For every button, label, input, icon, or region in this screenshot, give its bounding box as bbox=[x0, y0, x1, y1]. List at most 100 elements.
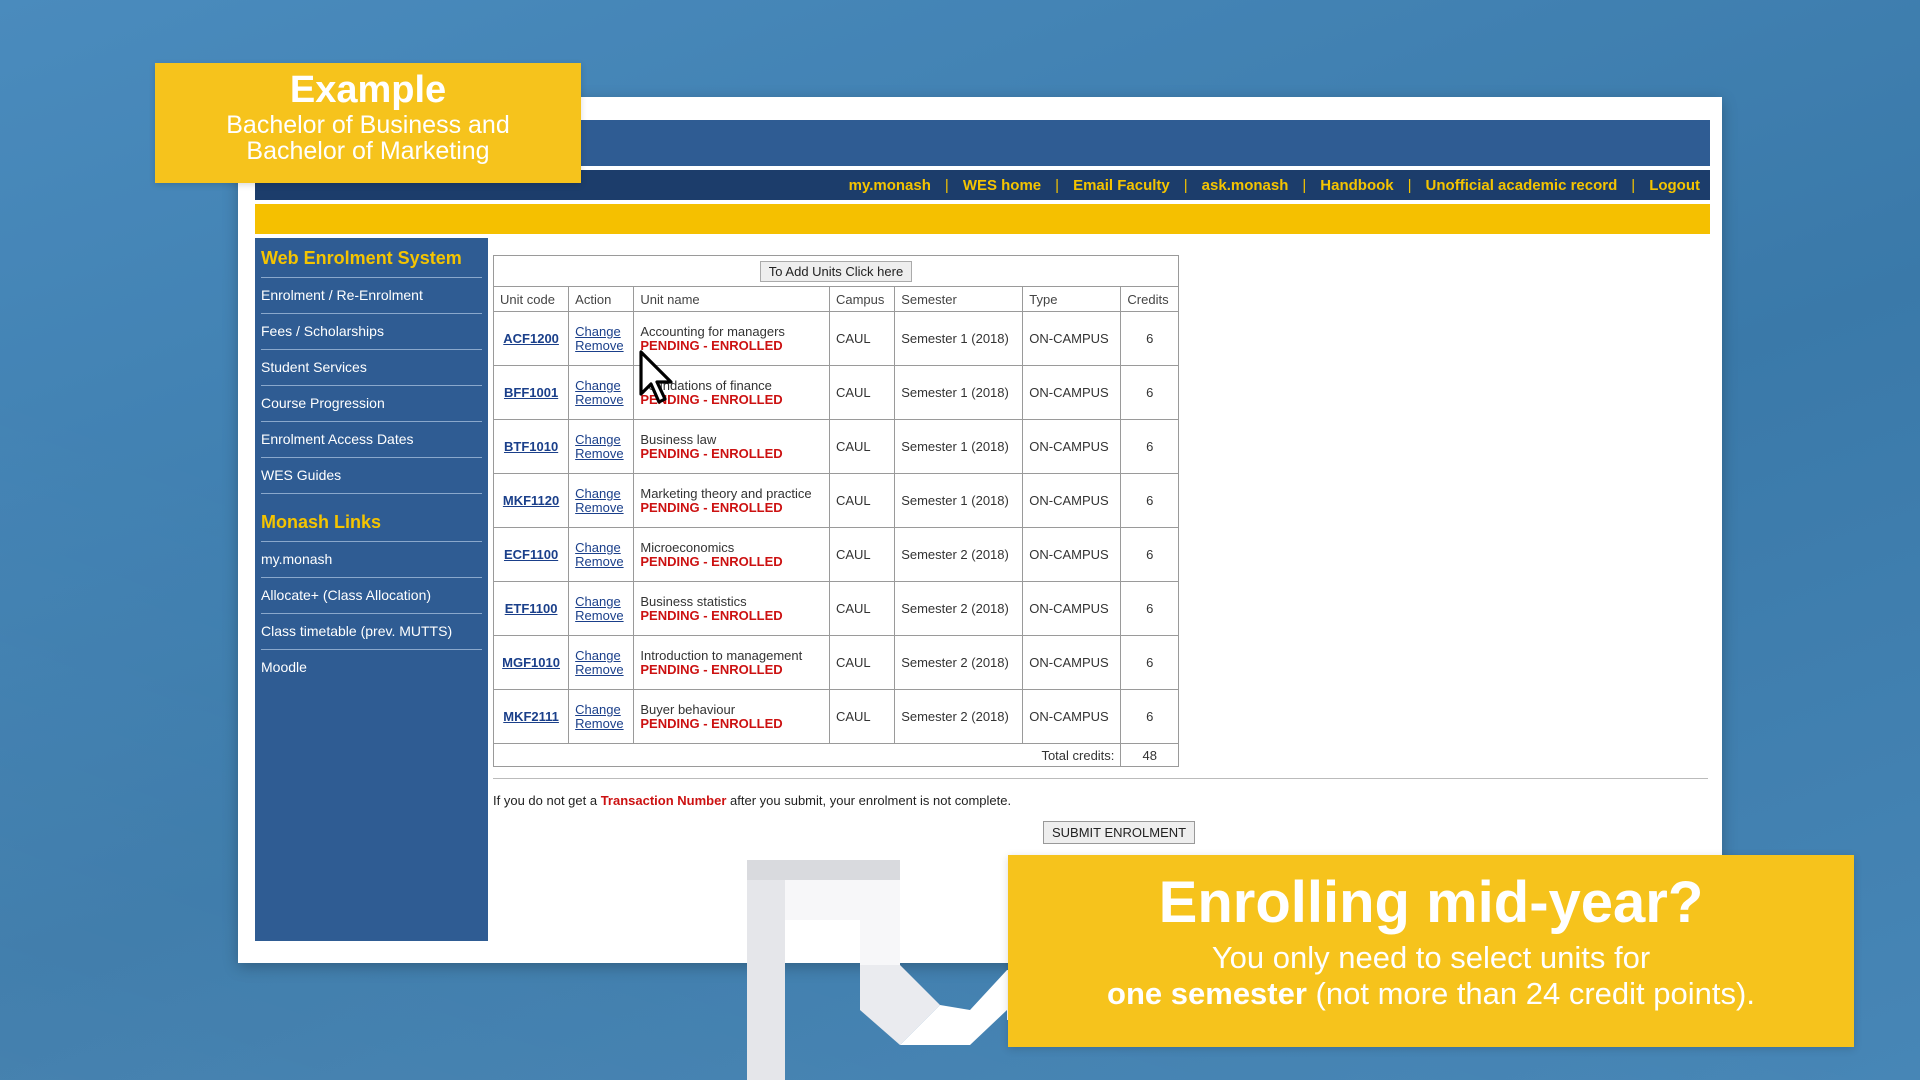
remove-link[interactable]: Remove bbox=[575, 500, 627, 515]
add-units-button[interactable]: To Add Units Click here bbox=[759, 260, 913, 282]
table-row: BTF1010 Change Remove Business law PENDING -… bbox=[492, 419, 1179, 474]
unit-semester: Semester 1 (2018) bbox=[894, 365, 1024, 420]
unit-code-link[interactable]: ECF1100 bbox=[500, 547, 562, 562]
table-row: ACF1200 Change Remove Accounting for manage… bbox=[492, 311, 1179, 366]
unit-name: Introduction to management bbox=[640, 647, 803, 663]
unit-semester: Semester 2 (2018) bbox=[894, 635, 1024, 690]
midyear-line-1: You only need to select units for bbox=[1211, 940, 1651, 975]
example-line-1: Bachelor of Business and bbox=[226, 111, 510, 139]
remove-link[interactable]: Remove bbox=[575, 392, 627, 407]
sidebar-item-enrolment-access-dates[interactable]: Enrolment Access Dates bbox=[261, 422, 482, 458]
unit-code-link[interactable]: BTF1010 bbox=[500, 439, 562, 454]
column-header-unit-code: Unit code bbox=[492, 286, 570, 312]
remove-link[interactable]: Remove bbox=[575, 338, 627, 353]
change-link[interactable]: Change bbox=[575, 702, 627, 717]
nav-link-wes-home[interactable]: WES home bbox=[963, 177, 1041, 194]
unit-name: Accounting for managers bbox=[640, 323, 785, 339]
change-link[interactable]: Change bbox=[575, 486, 627, 501]
unit-status: PENDING - ENROLLED bbox=[640, 499, 783, 515]
unit-credits: 6 bbox=[1120, 527, 1179, 582]
notice-text-end: after you submit, your enrolment is not … bbox=[726, 793, 1012, 808]
unit-code-link[interactable]: ACF1200 bbox=[500, 331, 562, 346]
nav-separator: | bbox=[1407, 176, 1412, 194]
unit-type: ON-CAMPUS bbox=[1022, 689, 1122, 744]
unit-credits: 6 bbox=[1120, 689, 1179, 744]
unit-code-link[interactable]: ETF1100 bbox=[500, 601, 562, 616]
nav-link-ask-monash[interactable]: ask.monash bbox=[1202, 177, 1289, 194]
sidebar-item-my-monash[interactable]: my.monash bbox=[261, 542, 482, 578]
table-header-row: Unit code Action Unit name Campus Semester Ty… bbox=[492, 286, 1179, 312]
change-link[interactable]: Change bbox=[575, 648, 627, 663]
sidebar-item-enrolment-re-enrolment[interactable]: Enrolment / Re-Enrolment bbox=[261, 278, 482, 314]
unit-name: Business law bbox=[640, 431, 717, 447]
remove-link[interactable]: Remove bbox=[575, 446, 627, 461]
remove-link[interactable]: Remove bbox=[575, 554, 627, 569]
column-header-semester: Semester bbox=[894, 286, 1024, 312]
transaction-notice: If you do not get a Transaction Number a… bbox=[493, 793, 1011, 808]
table-row: MKF2111 Change Remove Buyer behaviour PENDIN… bbox=[492, 689, 1179, 744]
unit-semester: Semester 1 (2018) bbox=[894, 311, 1024, 366]
sidebar-heading-wes: Web Enrolment System bbox=[261, 242, 482, 278]
unit-semester: Semester 2 (2018) bbox=[894, 527, 1024, 582]
sidebar-item-allocate-class-allocation-[interactable]: Allocate+ (Class Allocation) bbox=[261, 578, 482, 614]
unit-code-link[interactable]: BFF1001 bbox=[500, 385, 562, 400]
unit-code-link[interactable]: MKF2111 bbox=[500, 709, 562, 724]
table-row: MGF1010 Change Remove Introduction to manag… bbox=[492, 635, 1179, 690]
unit-campus: CAUL bbox=[828, 365, 896, 420]
unit-status: PENDING - ENROLLED bbox=[640, 445, 783, 461]
mouse-cursor-icon bbox=[639, 350, 673, 404]
change-link[interactable]: Change bbox=[575, 324, 627, 339]
nav-link-my-monash[interactable]: my.monash bbox=[849, 177, 931, 194]
sidebar-item-wes-guides[interactable]: WES Guides bbox=[261, 458, 482, 494]
nav-link-logout[interactable]: Logout bbox=[1649, 177, 1700, 194]
nav-link-email-faculty[interactable]: Email Faculty bbox=[1073, 177, 1170, 194]
midyear-callout: Enrolling mid-year? You only need to sel… bbox=[1008, 855, 1854, 1047]
sidebar-item-class-timetable-prev-mutts-[interactable]: Class timetable (prev. MUTTS) bbox=[261, 614, 482, 650]
unit-type: ON-CAMPUS bbox=[1022, 473, 1122, 528]
column-header-action: Action bbox=[568, 286, 635, 312]
sidebar-item-student-services[interactable]: Student Services bbox=[261, 350, 482, 386]
change-link[interactable]: Change bbox=[575, 378, 627, 393]
unit-semester: Semester 2 (2018) bbox=[894, 689, 1024, 744]
example-banner: Example Bachelor of Business and Bachelo… bbox=[155, 63, 581, 183]
yellow-bar bbox=[255, 204, 1710, 234]
unit-name: Business statistics bbox=[640, 593, 747, 609]
remove-link[interactable]: Remove bbox=[575, 716, 627, 731]
column-header-campus: Campus bbox=[828, 286, 896, 312]
sidebar-item-course-progression[interactable]: Course Progression bbox=[261, 386, 482, 422]
unit-name: Microeconomics bbox=[640, 539, 735, 555]
nav-separator: | bbox=[944, 176, 949, 194]
notice-text-start: If you do not get a bbox=[493, 793, 601, 808]
nav-separator: | bbox=[1631, 176, 1636, 194]
unit-credits: 6 bbox=[1120, 581, 1179, 636]
change-link[interactable]: Change bbox=[575, 594, 627, 609]
nav-separator: | bbox=[1183, 176, 1188, 194]
unit-type: ON-CAMPUS bbox=[1022, 635, 1122, 690]
sidebar-item-fees-scholarships[interactable]: Fees / Scholarships bbox=[261, 314, 482, 350]
change-link[interactable]: Change bbox=[575, 432, 627, 447]
unit-semester: Semester 1 (2018) bbox=[894, 419, 1024, 474]
unit-campus: CAUL bbox=[828, 419, 896, 474]
unit-semester: Semester 1 (2018) bbox=[894, 473, 1024, 528]
column-header-credits: Credits bbox=[1120, 286, 1179, 312]
sidebar-item-moodle[interactable]: Moodle bbox=[261, 650, 482, 685]
unit-credits: 6 bbox=[1120, 473, 1179, 528]
unit-campus: CAUL bbox=[828, 689, 896, 744]
unit-code-link[interactable]: MGF1010 bbox=[500, 655, 562, 670]
nav-link-unofficial-academic-record[interactable]: Unofficial academic record bbox=[1426, 177, 1618, 194]
change-link[interactable]: Change bbox=[575, 540, 627, 555]
nav-separator: | bbox=[1055, 176, 1060, 194]
unit-type: ON-CAMPUS bbox=[1022, 419, 1122, 474]
remove-link[interactable]: Remove bbox=[575, 608, 627, 623]
sidebar: Web Enrolment System Enrolment / Re-Enro… bbox=[255, 238, 488, 941]
midyear-line-2: one semester (not more than 24 credit po… bbox=[1008, 976, 1854, 1012]
midyear-title: Enrolling mid-year? bbox=[1158, 870, 1704, 935]
unit-code-link[interactable]: MKF1120 bbox=[500, 493, 562, 508]
unit-credits: 6 bbox=[1120, 419, 1179, 474]
unit-type: ON-CAMPUS bbox=[1022, 311, 1122, 366]
unit-credits: 6 bbox=[1120, 311, 1179, 366]
table-row: BFF1001 Change Remove Foundations of financ… bbox=[492, 365, 1179, 420]
remove-link[interactable]: Remove bbox=[575, 662, 627, 677]
nav-link-handbook[interactable]: Handbook bbox=[1320, 177, 1393, 194]
sidebar-heading-monash-links: Monash Links bbox=[261, 506, 482, 542]
